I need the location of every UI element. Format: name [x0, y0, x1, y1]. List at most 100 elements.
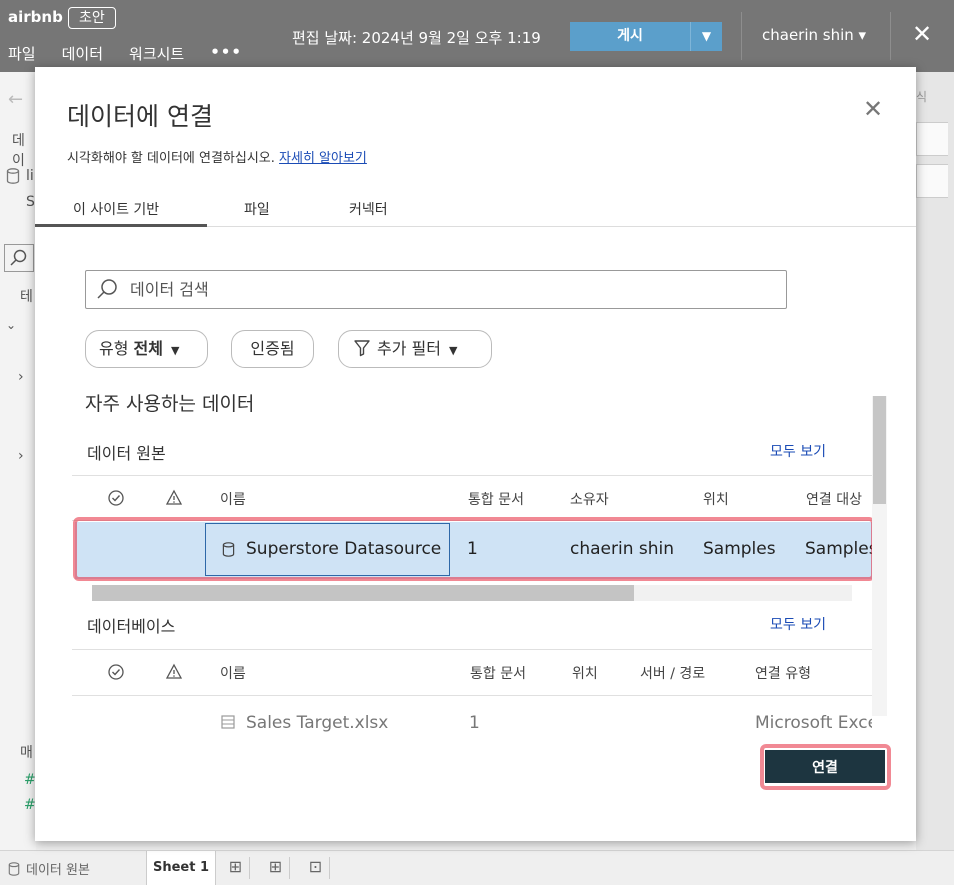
dialog-close-icon[interactable]: ✕ [863, 95, 883, 123]
datasource-icon [222, 542, 235, 557]
chevron-down-icon: ▼ [448, 344, 458, 357]
chevron-down-icon: ▼ [171, 344, 180, 357]
column-header-connection-type[interactable]: 연결 유형 [755, 663, 811, 683]
publish-button-group: 게시 ▼ [570, 22, 722, 51]
draft-badge: 초안 [68, 7, 116, 29]
table-section-fragment: 테 [20, 289, 33, 305]
databases-see-all-link[interactable]: 모두 보기 [770, 614, 826, 634]
search-box [85, 270, 787, 309]
bottom-tab-bar: 데이터 원본 Sheet 1 ⊞ ⊞ ⊡ [0, 850, 954, 885]
row-name: Sales Target.xlsx [246, 713, 389, 733]
divider [890, 12, 891, 60]
more-filters-dropdown[interactable]: 추가 필터 ▼ [338, 330, 492, 368]
publish-button[interactable]: 게시 [570, 22, 690, 51]
filter-icon [354, 340, 370, 357]
publish-dropdown-icon[interactable]: ▼ [690, 22, 722, 51]
search-input[interactable] [130, 275, 770, 303]
sheet-fragment: S [26, 194, 35, 210]
column-header-server-path[interactable]: 서버 / 경로 [640, 663, 705, 683]
search-icon [97, 279, 117, 299]
tab-files[interactable]: 파일 [244, 199, 270, 219]
column-header-location[interactable]: 위치 [572, 663, 598, 683]
column-header-workbooks[interactable]: 통합 문서 [468, 489, 524, 509]
row-workbooks: 1 [469, 713, 480, 733]
panel-label-data: 데이 [12, 133, 25, 169]
datasources-heading: 데이터 원본 [87, 444, 166, 463]
type-filter-label: 유형 [99, 339, 129, 358]
row-connected-to: Samples [805, 539, 872, 559]
chevron-down-icon[interactable]: ⌄ [6, 318, 16, 332]
divider [72, 649, 872, 650]
connect-button[interactable]: 연결 [765, 750, 885, 783]
connect-data-dialog: 데이터에 연결 ✕ 시각화해야 할 데이터에 연결하십시오. 자세히 알아보기 … [35, 67, 916, 841]
measure-icon: # [24, 797, 36, 813]
datasource-fragment: li [26, 168, 34, 184]
shelf-box [916, 164, 948, 198]
vertical-scrollbar[interactable] [872, 396, 887, 716]
source-tabs: 이 사이트 기반 파일 커넥터 [35, 193, 916, 227]
type-filter-value: 전체 [133, 339, 163, 358]
tab-connectors[interactable]: 커넥터 [349, 199, 388, 219]
datasource-tab[interactable]: 데이터 원본 [8, 859, 90, 878]
tab-this-site[interactable]: 이 사이트 기반 [73, 199, 159, 219]
workbook-name[interactable]: airbnb [8, 8, 63, 26]
column-header-name[interactable]: 이름 [220, 663, 246, 683]
databases-heading: 데이터베이스 [87, 617, 176, 636]
column-header-owner[interactable]: 소유자 [570, 489, 609, 509]
row-workbooks: 1 [467, 539, 478, 559]
table-row-selected[interactable]: Superstore Datasource 1 chaerin shin Sam… [75, 522, 872, 579]
new-dashboard-icon[interactable]: ⊞ [262, 857, 290, 879]
dialog-subtitle: 시각화해야 할 데이터에 연결하십시오. 자세히 알아보기 [67, 147, 367, 166]
datasource-icon [6, 168, 20, 188]
certified-filter-button[interactable]: 인증됨 [231, 330, 314, 368]
more-menu-icon[interactable]: ••• [210, 43, 242, 64]
active-tab-indicator [35, 224, 207, 227]
frequent-data-heading: 자주 사용하는 데이터 [85, 393, 255, 415]
certified-column-icon[interactable] [107, 489, 125, 507]
datasources-see-all-link[interactable]: 모두 보기 [770, 441, 826, 461]
chevron-right-icon[interactable]: › [18, 448, 24, 464]
vertical-scrollbar-thumb[interactable] [873, 396, 886, 504]
type-filter-dropdown[interactable]: 유형 전체 ▼ [85, 330, 208, 368]
spreadsheet-icon [221, 715, 235, 729]
close-icon[interactable]: ✕ [912, 20, 932, 48]
new-story-icon[interactable]: ⊡ [302, 857, 330, 879]
warning-column-icon[interactable] [165, 663, 183, 681]
row-connection-type: Microsoft Excel [755, 713, 872, 733]
new-sheet-icon[interactable]: ⊞ [222, 857, 250, 879]
user-menu[interactable]: chaerin shin ▾ [762, 26, 866, 44]
row-owner: chaerin shin [570, 539, 675, 559]
chevron-right-icon[interactable]: › [18, 369, 24, 385]
more-filters-label: 추가 필터 [377, 339, 441, 358]
datasource-tab-label: 데이터 원본 [26, 863, 90, 878]
certified-column-icon[interactable] [107, 663, 125, 681]
measures-fragment: 매 [20, 745, 33, 761]
shelf-box [916, 122, 948, 156]
menu-data[interactable]: 데이터 [62, 43, 103, 64]
edit-date: 편집 날짜: 2024년 9월 2일 오후 1:19 [292, 29, 541, 47]
left-panel: ← 데이 li S 테 ⌄ › › 매 # # [0, 72, 36, 852]
divider [72, 520, 872, 521]
warning-column-icon[interactable] [165, 489, 183, 507]
column-header-workbooks[interactable]: 통합 문서 [470, 663, 526, 683]
search-icon[interactable] [4, 244, 34, 272]
sheet-tab[interactable]: Sheet 1 [146, 851, 216, 885]
shelf-label-fragment: 식 [916, 90, 928, 104]
main-menu: 파일 데이터 워크시트 ••• [8, 43, 242, 64]
column-header-connected-to[interactable]: 연결 대상 [806, 489, 862, 509]
row-location: Samples [703, 539, 776, 559]
menu-worksheet[interactable]: 워크시트 [129, 43, 184, 64]
divider [741, 12, 742, 60]
measure-icon: # [24, 772, 36, 788]
dialog-subtitle-text: 시각화해야 할 데이터에 연결하십시오. [67, 151, 275, 166]
horizontal-scrollbar[interactable] [92, 585, 852, 601]
table-row[interactable]: Sales Target.xlsx 1 Microsoft Excel [75, 707, 872, 741]
learn-more-link[interactable]: 자세히 알아보기 [279, 151, 367, 166]
back-arrow-icon[interactable]: ← [8, 89, 23, 110]
menu-file[interactable]: 파일 [8, 43, 36, 64]
horizontal-scrollbar-thumb[interactable] [92, 585, 634, 601]
column-header-location[interactable]: 위치 [703, 489, 729, 509]
divider [72, 475, 872, 476]
column-header-name[interactable]: 이름 [220, 489, 246, 509]
row-name: Superstore Datasource [246, 539, 442, 559]
